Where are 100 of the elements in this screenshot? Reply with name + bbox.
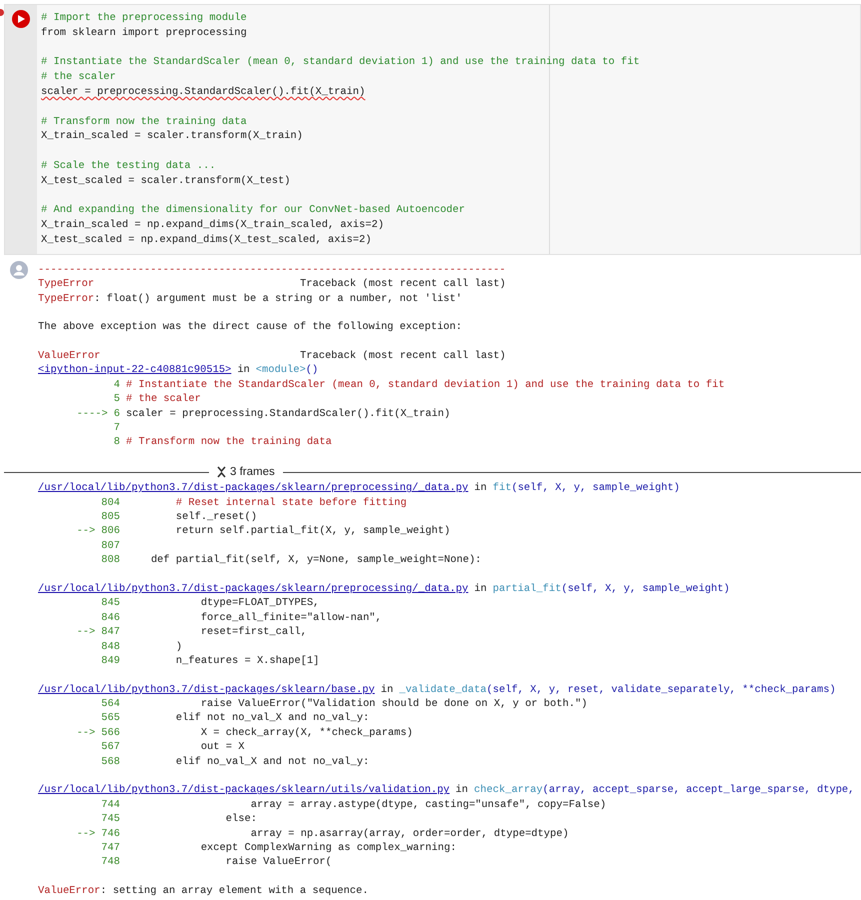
line-number: 567 <box>101 740 120 755</box>
code-line: except ComplexWarning as complex_warning: <box>200 840 456 856</box>
line-number: 804 <box>101 496 120 510</box>
line-number: 7 <box>114 421 120 436</box>
code-line: # Transform now the training data <box>41 114 247 130</box>
code-line: X_train_scaled = scaler.transform(X_train) <box>41 129 303 144</box>
function-args: (array, accept_sparse, accept_large_sparse, dtype, <box>542 783 854 798</box>
line-number: 807 <box>101 538 120 554</box>
arrow-marker: ----> <box>76 406 108 422</box>
in-keyword: in <box>237 363 250 378</box>
error-message: : setting an array element with a sequence. <box>100 884 368 899</box>
error-name: ValueError <box>38 884 100 899</box>
code-line: # Instantiate the StandardScaler (mean 0, standard deviation 1) and use the training data to fit <box>126 378 725 392</box>
traceback-label: Traceback (most recent call last) <box>300 349 506 364</box>
function-args: (self, X, y, sample_weight) <box>561 582 730 596</box>
error-message: : float() argument must be a string or a number, not 'list' <box>94 292 462 306</box>
line-number: 848 <box>101 640 120 654</box>
line-number: 806 <box>101 524 120 539</box>
file-link[interactable]: /usr/local/lib/python3.7/dist-packages/sklearn/preprocessing/_data.py <box>38 582 468 596</box>
code-line: # Instantiate the StandardScaler (mean 0, standard deviation 1) and use the training data to fit <box>41 55 640 70</box>
function-name: partial_fit <box>492 582 562 596</box>
line-number: 566 <box>101 726 120 740</box>
line-number: 744 <box>101 798 120 812</box>
code-line: # the scaler <box>126 392 201 407</box>
line-number: 6 <box>114 406 120 422</box>
code-line: elif no_val_X and not no_val_y: <box>174 754 370 770</box>
code-line: raise ValueError("Validation should be done on X, y or both.") <box>200 697 588 712</box>
function-args: (self, X, y, sample_weight) <box>511 481 680 496</box>
code-line: # the scaler <box>41 70 116 85</box>
function-name: fit <box>492 481 512 496</box>
line-number: 845 <box>101 596 120 611</box>
code-line: return self.partial_fit(X, y, sample_weight) <box>174 524 450 539</box>
code-line: X_test_scaled = np.expand_dims(X_test_scaled, axis=2) <box>41 232 372 248</box>
code-line: array = array.astype(dtype, casting="unsafe", copy=False) <box>250 798 606 812</box>
file-link[interactable]: /usr/local/lib/python3.7/dist-packages/sklearn/utils/validation.py <box>38 783 450 798</box>
error-name: TypeError <box>38 292 94 306</box>
line-number: 4 <box>114 378 120 392</box>
code-line: scaler = preprocessing.StandardScaler().fit(X_train) <box>41 84 366 100</box>
code-line: # Scale the testing data ... <box>41 158 216 174</box>
line-number: 745 <box>101 812 120 827</box>
line-number: 748 <box>101 855 120 870</box>
line-number: 746 <box>101 826 120 841</box>
line-number: 808 <box>101 553 120 568</box>
code-line: elif not no_val_X and no_val_y: <box>174 711 370 726</box>
line-number: 849 <box>101 654 120 668</box>
line-number: 568 <box>101 754 120 770</box>
file-link[interactable]: /usr/local/lib/python3.7/dist-packages/sklearn/preprocessing/_data.py <box>38 481 468 496</box>
in-keyword: in <box>456 783 468 798</box>
code-line: raise ValueError( <box>224 855 332 870</box>
code-line: ) <box>174 640 182 654</box>
arrow-marker: --> <box>76 726 96 740</box>
traceback-label: Traceback (most recent call last) <box>300 277 506 292</box>
code-line: reset=first_call, <box>200 625 307 640</box>
error-name: ValueError <box>38 349 102 364</box>
code-line: # Transform now the training data <box>126 435 332 450</box>
file-link[interactable]: /usr/local/lib/python3.7/dist-packages/sklearn/base.py <box>38 682 375 698</box>
code-line: dtype=FLOAT_DTYPES, <box>200 596 320 611</box>
line-number: 805 <box>101 510 120 524</box>
code-line: # Reset internal state before fitting <box>174 496 407 510</box>
code-line: X = check_array(X, **check_params) <box>200 726 413 740</box>
error-name: TypeError <box>38 277 96 292</box>
code-line: array = np.asarray(array, order=order, dtype=dtype) <box>250 826 569 841</box>
play-icon <box>18 15 24 23</box>
output-text: The above exception was the direct cause of the following exception: <box>38 320 462 335</box>
code-line: X_test_scaled = scaler.transform(X_test) <box>41 174 290 189</box>
code-line: from sklearn import preprocessing <box>41 26 247 41</box>
line-number: 747 <box>101 840 120 856</box>
line-number: 8 <box>114 435 120 450</box>
code-line: self._reset() <box>174 510 257 524</box>
code-line: else: <box>224 812 257 827</box>
function-args: () <box>306 363 318 378</box>
code-line: def partial_fit(self, X, y=None, sample_weight=None): <box>150 553 482 568</box>
collapse-icon <box>217 466 226 478</box>
line-number: 564 <box>101 697 120 712</box>
code-line: # And expanding the dimensionality for our ConvNet-based Autoencoder <box>41 203 466 218</box>
arrow-marker: --> <box>76 826 96 841</box>
dash-rule: --------------------------------------------------------------------------- <box>38 262 506 278</box>
line-number: 846 <box>101 610 120 626</box>
arrow-marker: --> <box>76 524 96 539</box>
function-name: check_array <box>474 783 543 798</box>
code-line: X_train_scaled = np.expand_dims(X_train_scaled, axis=2) <box>41 218 384 233</box>
file-link[interactable]: <ipython-input-22-c40881c90515> <box>38 363 232 378</box>
collapse-frames-button[interactable]: 3 frames <box>217 465 275 480</box>
in-keyword: in <box>474 582 487 596</box>
line-number: 5 <box>114 392 120 407</box>
code-line: # Import the preprocessing module <box>41 11 247 26</box>
function-args: (self, X, y, reset, validate_separately, **check_params) <box>486 682 836 698</box>
code-line: scaler = preprocessing.StandardScaler().fit(X_train) <box>126 406 450 422</box>
function-name: _validate_data <box>399 682 486 698</box>
code-line: force_all_finite="allow-nan", <box>200 610 382 626</box>
code-line: out = X <box>200 740 244 755</box>
function-name: <module> <box>256 363 306 378</box>
line-number: 565 <box>101 711 120 726</box>
code-line: n_features = X.shape[1] <box>174 654 320 668</box>
line-number: 847 <box>101 625 120 640</box>
avatar-icon <box>10 260 28 279</box>
in-keyword: in <box>380 682 394 698</box>
in-keyword: in <box>474 481 487 496</box>
run-button[interactable] <box>12 10 30 28</box>
arrow-marker: --> <box>76 625 96 640</box>
